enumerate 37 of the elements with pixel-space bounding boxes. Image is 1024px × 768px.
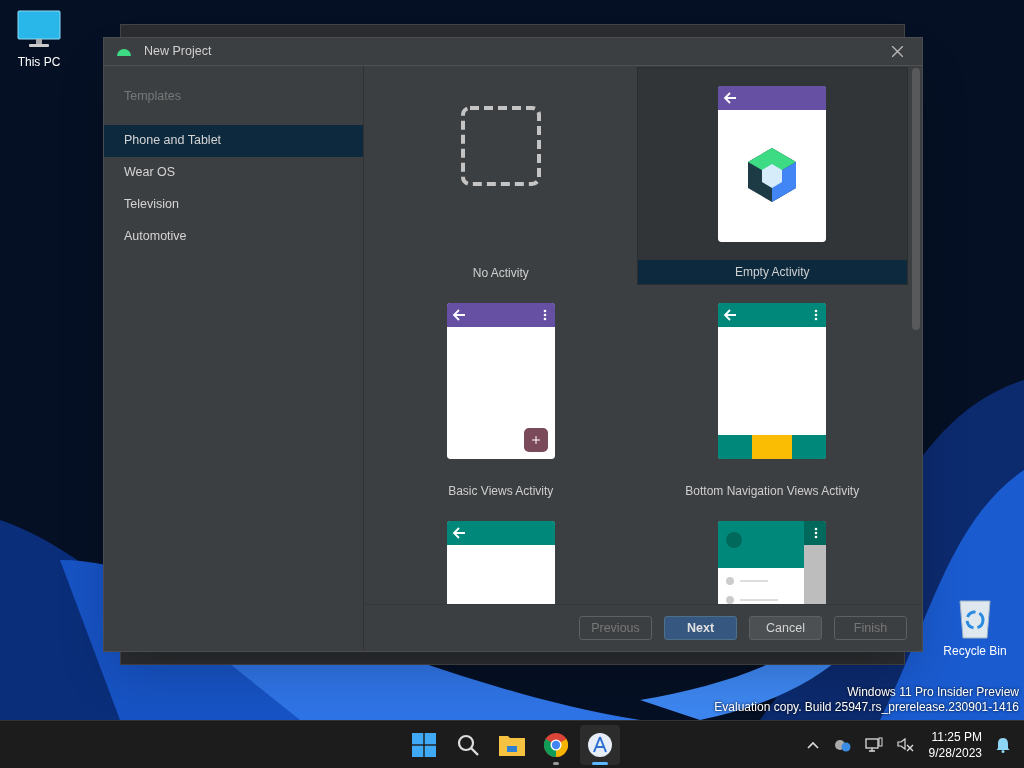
template-card[interactable]: Basic Views Activity	[365, 285, 637, 503]
date-text: 9/28/2023	[928, 744, 982, 761]
template-label: Basic Views Activity	[448, 483, 554, 500]
windows-logo-icon[interactable]	[412, 732, 436, 757]
edition-notice: Windows 11 Pro Insider Preview	[847, 685, 1019, 700]
folder-icon[interactable]	[499, 733, 525, 756]
speaker-muted-icon[interactable]	[896, 736, 915, 753]
sidebar-item[interactable]: Phone and Tablet	[104, 124, 363, 157]
sidebar-header: Templates	[123, 88, 182, 105]
sidebar-item[interactable]: Television	[104, 188, 363, 221]
dialog-button[interactable]: Next	[664, 616, 737, 640]
dashed-square-icon	[459, 105, 542, 187]
close-icon[interactable]	[892, 46, 903, 57]
desktop-icon-label[interactable]: Recycle Bin	[943, 642, 1007, 660]
monitor-icon[interactable]	[17, 10, 61, 50]
browser-icon[interactable]	[544, 732, 568, 757]
cloud-icon[interactable]	[832, 737, 851, 752]
sidebar-item[interactable]: Automotive	[104, 220, 363, 253]
taskbar-button[interactable]	[580, 724, 620, 765]
window-title: New Project	[144, 43, 212, 61]
network-icon[interactable]	[864, 736, 883, 753]
recycle-bin-icon[interactable]	[957, 597, 993, 639]
clock[interactable]: 11:25 PM 9/28/2023	[928, 728, 982, 761]
compass-app-icon[interactable]	[588, 732, 612, 757]
desktop-icon-label[interactable]: This PC	[17, 53, 61, 71]
template-card[interactable]: Empty Activity	[636, 67, 908, 285]
template-label: Bottom Navigation Views Activity	[685, 483, 860, 500]
template-label: Empty Activity	[734, 264, 810, 281]
sidebar-item[interactable]: Wear OS	[104, 156, 363, 189]
dialog-button[interactable]: Cancel	[749, 616, 822, 640]
template-label: No Activity	[472, 265, 529, 282]
template-card[interactable]: No Activity	[365, 67, 637, 285]
template-card[interactable]: Bottom Navigation Views Activity	[636, 285, 908, 503]
search-icon[interactable]	[456, 732, 480, 757]
chevron-up-icon[interactable]	[806, 740, 819, 749]
bell-icon[interactable]	[996, 736, 1010, 753]
time-text: 11:25 PM	[931, 728, 982, 745]
